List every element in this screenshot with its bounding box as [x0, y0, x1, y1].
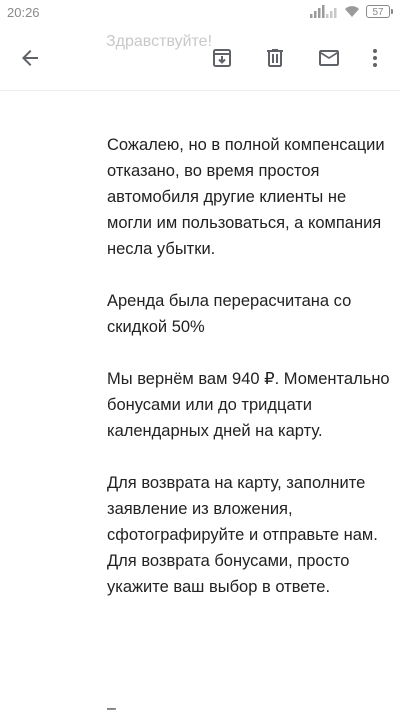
- app-bar: Здравствуйте!: [0, 26, 400, 91]
- delete-button[interactable]: [257, 40, 293, 76]
- more-options-button[interactable]: [357, 40, 393, 76]
- more-vert-icon: [373, 49, 377, 67]
- mark-unread-button[interactable]: [311, 40, 347, 76]
- email-body: Сожалею, но в полной компенсации отказан…: [107, 132, 392, 600]
- trash-icon: [267, 49, 283, 67]
- collapsed-subject: Здравствуйте!: [106, 33, 213, 50]
- battery-indicator: 57: [366, 4, 393, 18]
- arrow-back-icon: [22, 50, 38, 66]
- body-paragraph: Сожалею, но в полной компенсации отказан…: [107, 136, 385, 258]
- archive-button[interactable]: [204, 40, 240, 76]
- mail-icon: [319, 50, 339, 66]
- signal-icon: [310, 5, 337, 18]
- body-paragraph: Для возврата на карту, заполните заявлен…: [107, 474, 378, 596]
- status-bar: 20:26 57: [0, 0, 400, 26]
- body-continuation: –: [107, 700, 116, 717]
- back-button[interactable]: [12, 40, 48, 76]
- wifi-icon: [345, 6, 359, 17]
- status-indicators: 57: [310, 4, 393, 18]
- body-paragraph: Аренда была перерасчитана со скидкой 50%: [107, 292, 352, 336]
- status-time: 20:26: [7, 5, 40, 20]
- archive-icon: [213, 49, 231, 67]
- body-paragraph: Мы вернём вам 940 ₽. Моментально бонусам…: [107, 370, 390, 440]
